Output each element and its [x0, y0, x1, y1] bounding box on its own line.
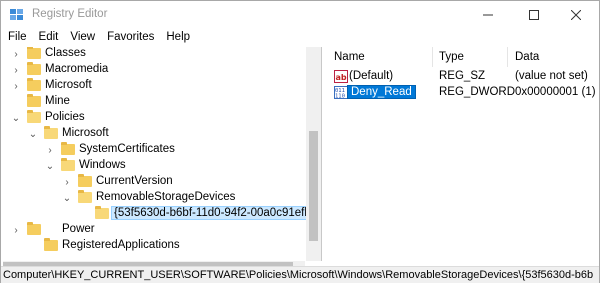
- maximize-icon: [529, 10, 539, 20]
- tree-vertical-scrollbar[interactable]: [306, 47, 321, 261]
- tree-item-systemcertificates[interactable]: › SystemCertificates: [3, 142, 313, 158]
- tree-item-label: Policies: [45, 111, 85, 123]
- column-divider[interactable]: [507, 47, 508, 67]
- tree-item-label: SystemCertificates: [79, 143, 175, 155]
- tree-item-power[interactable]: › Power: [3, 222, 313, 238]
- value-data: 0x00000001 (1): [515, 86, 596, 98]
- value-type: REG_DWORD: [439, 86, 516, 98]
- tree-item-label: Windows: [79, 159, 126, 171]
- value-name[interactable]: Deny_Read: [347, 85, 416, 99]
- folder-open-icon: [95, 206, 109, 220]
- tree-item-label: Microsoft: [45, 79, 92, 91]
- menu-view[interactable]: View: [64, 29, 101, 47]
- tree-item-macromedia[interactable]: › Macromedia: [3, 62, 313, 78]
- chevron-down-icon[interactable]: ⌄: [27, 126, 39, 142]
- chevron-down-icon[interactable]: ⌄: [61, 190, 73, 206]
- column-header-name[interactable]: Name: [334, 51, 365, 63]
- list-item-selected[interactable]: 011 110 Deny_Read REG_DWORD 0x00000001 (…: [326, 85, 598, 101]
- tree-item-currentversion[interactable]: › CurrentVersion: [3, 174, 313, 190]
- folder-open-icon: [44, 126, 58, 140]
- folder-open-icon: [78, 190, 92, 204]
- folder-icon: [61, 142, 75, 156]
- minimize-icon: [483, 14, 493, 16]
- menu-favorites[interactable]: Favorites: [101, 29, 160, 47]
- tree-item-removablestoragedevices[interactable]: ⌄ RemovableStorageDevices: [3, 190, 313, 206]
- values-list: Name Type Data ab (Default) REG_SZ (valu…: [326, 47, 598, 267]
- folder-icon: [44, 238, 58, 252]
- tree-item-label: CurrentVersion: [96, 175, 173, 187]
- tree-item-label: Microsoft: [62, 127, 109, 139]
- folder-open-icon: [27, 110, 41, 124]
- value-type: REG_SZ: [439, 70, 486, 82]
- tree-item-label: Mine: [45, 95, 70, 107]
- folder-icon: [27, 222, 41, 236]
- chevron-right-icon[interactable]: ›: [10, 47, 22, 62]
- menu-edit[interactable]: Edit: [33, 29, 65, 47]
- tree-item-policies[interactable]: ⌄ Policies: [3, 110, 313, 126]
- svg-text:ab: ab: [336, 73, 347, 82]
- folder-open-icon: [61, 158, 75, 172]
- folder-icon: [27, 47, 41, 60]
- minimize-button[interactable]: [465, 1, 511, 29]
- tree-item-label: Macromedia: [45, 63, 109, 75]
- tree-item-policies-microsoft[interactable]: ⌄ Microsoft: [3, 126, 313, 142]
- key-tree: › Classes › Macromedia › Microsoft Mine …: [3, 47, 322, 261]
- chevron-right-icon[interactable]: ›: [44, 142, 56, 158]
- string-value-icon: ab: [334, 70, 348, 83]
- column-divider[interactable]: [432, 47, 433, 67]
- tree-item-guid-key[interactable]: {53f5630d-b6bf-11d0-94f2-00a0c91efb8b}: [3, 206, 321, 222]
- folder-icon: [27, 62, 41, 76]
- tree-item-label: RemovableStorageDevices: [96, 191, 236, 203]
- list-item[interactable]: ab (Default) REG_SZ (value not set): [326, 69, 598, 85]
- tree-item-registeredapplications[interactable]: RegisteredApplications: [3, 238, 313, 254]
- chevron-right-icon[interactable]: ›: [61, 174, 73, 190]
- key-path: Computer\HKEY_CURRENT_USER\SOFTWARE\Poli…: [3, 269, 593, 281]
- menu-help[interactable]: Help: [160, 29, 196, 47]
- column-header-data[interactable]: Data: [515, 51, 539, 63]
- svg-text:110: 110: [335, 94, 345, 100]
- chevron-down-icon[interactable]: ⌄: [44, 158, 56, 174]
- tree-item-classes[interactable]: › Classes: [3, 47, 313, 62]
- value-name: (Default): [349, 70, 394, 82]
- window-title: Registry Editor: [32, 8, 108, 20]
- folder-icon: [27, 78, 41, 92]
- column-header-type[interactable]: Type: [439, 51, 464, 63]
- menu-file[interactable]: File: [1, 29, 33, 47]
- registry-editor-window: Registry Editor File Edit View Favorites…: [0, 0, 600, 283]
- tree-item-windows[interactable]: ⌄ Windows: [3, 158, 313, 174]
- dword-value-icon: 011 110: [334, 86, 348, 99]
- tree-item-label: Power: [62, 223, 95, 235]
- title-bar: Registry Editor: [1, 1, 599, 29]
- status-bar: Computer\HKEY_CURRENT_USER\SOFTWARE\Poli…: [1, 266, 599, 283]
- chevron-down-icon[interactable]: ⌄: [10, 110, 22, 126]
- tree-item-label: Classes: [45, 47, 86, 59]
- chevron-right-icon[interactable]: ›: [10, 78, 22, 94]
- folder-icon: [27, 94, 41, 108]
- scrollbar-thumb[interactable]: [309, 131, 318, 241]
- value-data: (value not set): [515, 70, 588, 82]
- tree-item-label: RegisteredApplications: [62, 239, 180, 251]
- tree-item-microsoft[interactable]: › Microsoft: [3, 78, 313, 94]
- maximize-button[interactable]: [511, 1, 557, 29]
- tree-item-mine[interactable]: Mine: [3, 94, 313, 110]
- close-button[interactable]: [553, 1, 599, 29]
- registry-editor-icon: [10, 9, 23, 20]
- tree-item-label: {53f5630d-b6bf-11d0-94f2-00a0c91efb8b}: [111, 206, 321, 220]
- folder-icon: [78, 174, 92, 188]
- chevron-right-icon[interactable]: ›: [10, 62, 22, 78]
- chevron-right-icon[interactable]: ›: [10, 222, 22, 238]
- list-header: Name Type Data: [326, 47, 598, 67]
- menu-bar: File Edit View Favorites Help: [1, 29, 599, 47]
- close-icon: [571, 10, 581, 20]
